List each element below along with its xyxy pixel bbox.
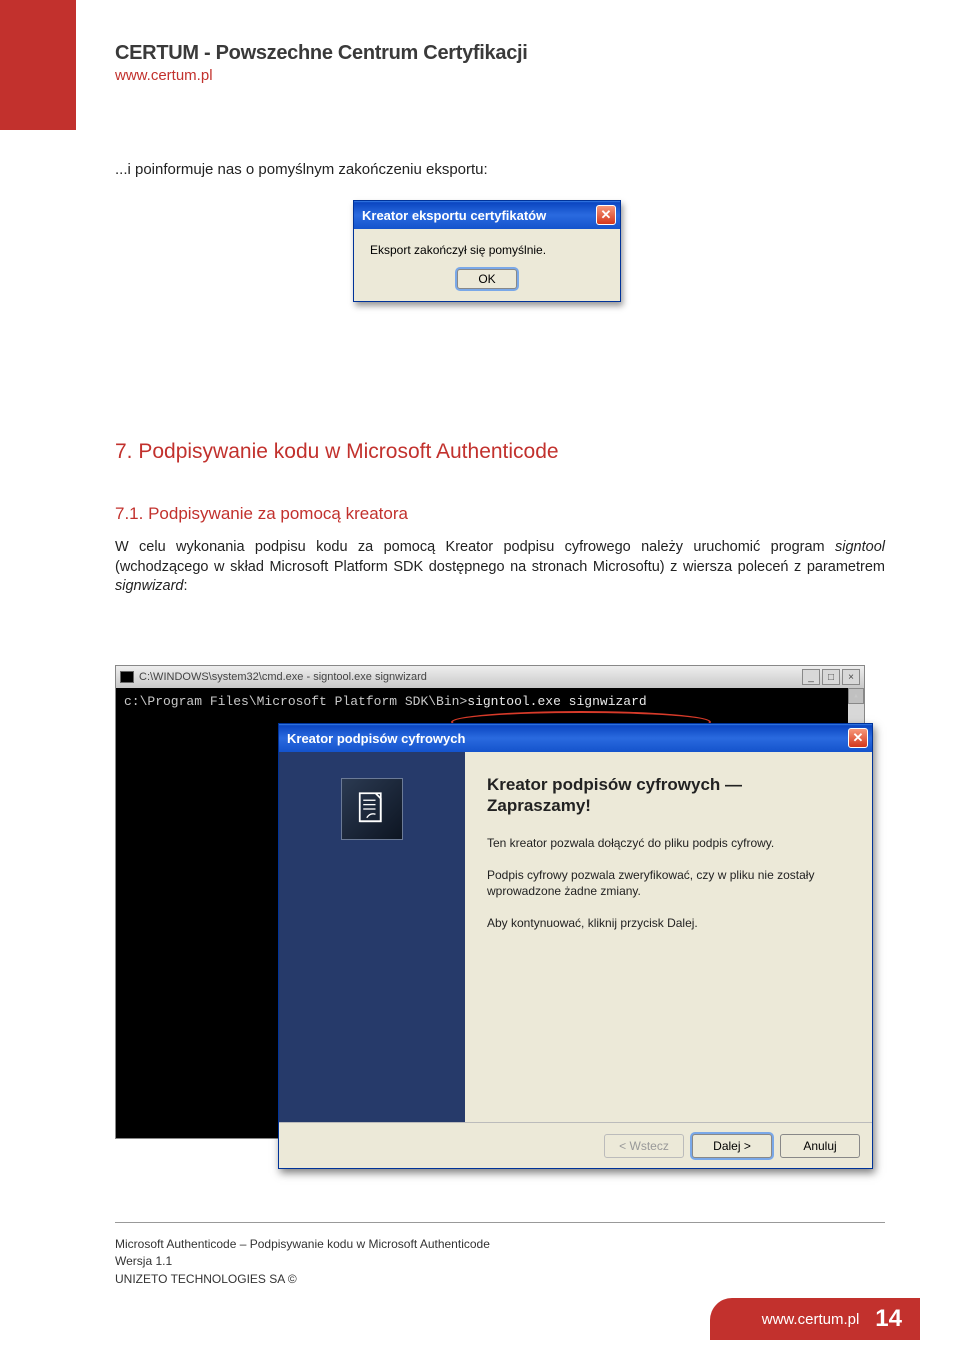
close-icon[interactable]: ✕ <box>596 205 616 225</box>
minimize-icon[interactable]: _ <box>802 669 820 685</box>
header-title: CERTUM - Powszechne Centrum Certyfikacji <box>115 42 528 65</box>
footer-line-2: Wersja 1.1 <box>115 1253 490 1270</box>
page-number-badge: www.certum.pl 14 <box>710 1298 920 1340</box>
scroll-up-icon[interactable]: ▴ <box>848 688 864 704</box>
footer-line-1: Microsoft Authenticode – Podpisywanie ko… <box>115 1236 490 1253</box>
signwizard-term: signwizard <box>115 578 184 594</box>
export-success-message: Eksport zakończył się pomyślnie. <box>366 243 608 257</box>
dialog-title: Kreator eksportu certyfikatów <box>362 208 546 223</box>
section-7-1-paragraph: W celu wykonania podpisu kodu za pomocą … <box>115 538 885 597</box>
cmd-command: signtool.exe signwizard <box>467 694 646 709</box>
wizard-p3: Aby kontynuować, kliknij przycisk Dalej. <box>487 915 850 931</box>
footer-url: www.certum.pl <box>762 1311 860 1328</box>
wizard-main: Kreator podpisów cyfrowych — Zapraszamy!… <box>465 752 872 1122</box>
dialog-titlebar[interactable]: Kreator eksportu certyfikatów ✕ <box>354 201 620 229</box>
signtool-term: signtool <box>835 539 885 555</box>
next-button[interactable]: Dalej > <box>692 1134 772 1158</box>
wizard-p1: Ten kreator pozwala dołączyć do pliku po… <box>487 835 850 851</box>
cmd-title-text: C:\WINDOWS\system32\cmd.exe - signtool.e… <box>139 671 427 683</box>
para-text: (wchodzącego w skład Microsoft Platform … <box>115 559 885 575</box>
vertical-red-bar <box>0 0 76 130</box>
footer-text: Microsoft Authenticode – Podpisywanie ko… <box>115 1236 490 1288</box>
dialog-title: Kreator podpisów cyfrowych <box>287 731 465 746</box>
wizard-button-row: < Wstecz Dalej > Anuluj <box>279 1122 872 1168</box>
para-text: : <box>184 578 188 594</box>
intro-paragraph: ...i poinformuje nas o pomyślnym zakończ… <box>115 160 885 180</box>
page-number: 14 <box>875 1305 902 1333</box>
wizard-side-banner <box>279 752 465 1122</box>
cmd-icon <box>120 671 134 683</box>
ok-button[interactable]: OK <box>457 269 516 289</box>
cancel-button[interactable]: Anuluj <box>780 1134 860 1158</box>
close-icon[interactable]: × <box>842 669 860 685</box>
close-icon[interactable]: ✕ <box>848 728 868 748</box>
signature-wizard-dialog: Kreator podpisów cyfrowych ✕ Kreator pod… <box>278 723 873 1169</box>
footer-divider <box>115 1222 885 1223</box>
back-button: < Wstecz <box>604 1134 684 1158</box>
export-success-dialog: Kreator eksportu certyfikatów ✕ Eksport … <box>353 200 621 302</box>
wizard-document-icon <box>341 778 403 840</box>
wizard-heading: Kreator podpisów cyfrowych — Zapraszamy! <box>487 774 850 817</box>
cmd-line: c:\Program Files\Microsoft Platform SDK\… <box>124 694 856 709</box>
wizard-p2: Podpis cyfrowy pozwala zweryfikować, czy… <box>487 867 850 899</box>
page-header: CERTUM - Powszechne Centrum Certyfikacji… <box>115 42 528 84</box>
dialog-titlebar[interactable]: Kreator podpisów cyfrowych ✕ <box>279 724 872 752</box>
para-text: W celu wykonania podpisu kodu za pomocą … <box>115 539 835 555</box>
cmd-prompt-path: c:\Program Files\Microsoft Platform SDK\… <box>124 694 467 709</box>
cmd-titlebar[interactable]: C:\WINDOWS\system32\cmd.exe - signtool.e… <box>116 666 864 688</box>
dialog-body: Eksport zakończył się pomyślnie. OK <box>354 229 620 301</box>
footer-line-3: UNIZETO TECHNOLOGIES SA © <box>115 1271 490 1288</box>
maximize-icon[interactable]: □ <box>822 669 840 685</box>
section-7-heading: 7. Podpisywanie kodu w Microsoft Authent… <box>115 440 885 464</box>
wizard-body: Kreator podpisów cyfrowych — Zapraszamy!… <box>279 752 872 1122</box>
header-url: www.certum.pl <box>115 67 528 84</box>
section-7-1-heading: 7.1. Podpisywanie za pomocą kreatora <box>115 504 885 524</box>
